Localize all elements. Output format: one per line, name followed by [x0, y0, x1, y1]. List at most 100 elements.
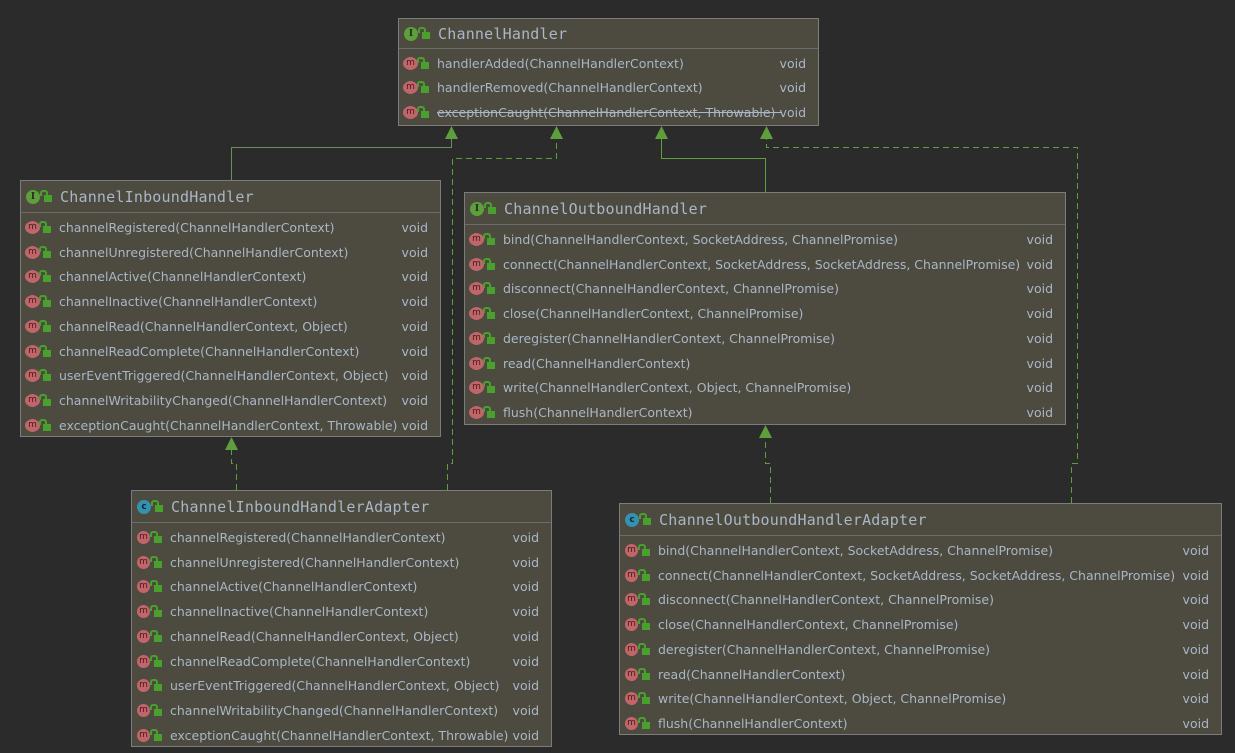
class-box-coh[interactable]: I ChannelOutboundHandler m bind(ChannelHand…	[464, 192, 1066, 425]
method-row[interactable]: m write(ChannelHandlerContext, Object, Ch…	[620, 687, 1221, 712]
method-list: m channelRegistered(ChannelHandlerContext…	[132, 523, 551, 748]
class-box-ciha[interactable]: c ChannelInboundHandlerAdapter m channelReg…	[131, 490, 552, 747]
class-header[interactable]: I ChannelOutboundHandler	[465, 193, 1065, 225]
public-visibility-icon	[639, 513, 651, 525]
public-visibility-icon	[39, 344, 51, 357]
method-icon: m	[404, 105, 417, 119]
method-signature: channelRegistered(ChannelHandlerContext)	[59, 219, 335, 235]
method-row[interactable]: m read(ChannelHandlerContext) void	[465, 351, 1065, 376]
method-row[interactable]: m flush(ChannelHandlerContext) void	[620, 711, 1221, 736]
method-icon: m	[625, 717, 638, 731]
class-box-ch[interactable]: I ChannelHandler m handlerAdded(ChannelHand…	[398, 18, 819, 126]
class-header[interactable]: I ChannelInboundHandler	[21, 181, 440, 213]
method-icon: m	[625, 543, 638, 557]
method-row[interactable]: m userEventTriggered(ChannelHandlerContex…	[21, 364, 440, 389]
method-row[interactable]: m bind(ChannelHandlerContext, SocketAddre…	[465, 227, 1065, 252]
method-row[interactable]: m channelReadComplete(ChannelHandlerConte…	[132, 649, 551, 674]
public-visibility-icon	[150, 679, 162, 692]
method-icon: m	[137, 679, 150, 693]
method-row[interactable]: m close(ChannelHandlerContext, ChannelPro…	[465, 301, 1065, 326]
return-type: void	[512, 628, 539, 644]
method-row[interactable]: m channelActive(ChannelHandlerContext) voi…	[21, 265, 440, 290]
method-signature: userEventTriggered(ChannelHandlerContext…	[170, 678, 500, 694]
method-signature: channelReadComplete(ChannelHandlerContex…	[170, 653, 471, 669]
method-row[interactable]: m channelRead(ChannelHandlerContext, Obje…	[21, 314, 440, 339]
return-type: void	[1182, 666, 1209, 682]
arrowhead	[759, 425, 772, 438]
method-row[interactable]: m flush(ChannelHandlerContext) void	[465, 400, 1065, 425]
method-row[interactable]: m handlerRemoved(ChannelHandlerContext) vo…	[399, 76, 818, 101]
public-visibility-icon	[638, 593, 650, 606]
arrowhead	[550, 126, 563, 139]
class-header[interactable]: c ChannelOutboundHandlerAdapter	[620, 504, 1221, 536]
method-row[interactable]: m exceptionCaught(ChannelHandlerContext, …	[21, 413, 440, 438]
return-type: void	[512, 529, 539, 545]
interface-icon: I	[26, 189, 40, 204]
method-row[interactable]: m channelUnregistered(ChannelHandlerConte…	[132, 550, 551, 575]
method-row[interactable]: m read(ChannelHandlerContext) void	[620, 662, 1221, 687]
return-type: void	[512, 604, 539, 620]
interface-icon: I	[404, 26, 418, 41]
public-visibility-icon	[39, 220, 51, 233]
method-row[interactable]: m disconnect(ChannelHandlerContext, Chann…	[465, 277, 1065, 302]
method-row[interactable]: m channelActive(ChannelHandlerContext) voi…	[132, 575, 551, 600]
public-visibility-icon	[638, 667, 650, 680]
method-icon: m	[625, 667, 638, 681]
method-signature: channelActive(ChannelHandlerContext)	[170, 579, 418, 595]
public-visibility-icon	[39, 319, 51, 332]
method-icon: m	[137, 704, 150, 718]
method-row[interactable]: m userEventTriggered(ChannelHandlerContex…	[132, 674, 551, 699]
method-row[interactable]: m deregister(ChannelHandlerContext, Chann…	[465, 326, 1065, 351]
method-signature: flush(ChannelHandlerContext)	[658, 716, 848, 732]
method-row[interactable]: m handlerAdded(ChannelHandlerContext) void	[399, 51, 818, 76]
method-row[interactable]: m bind(ChannelHandlerContext, SocketAddre…	[620, 538, 1221, 563]
method-signature: bind(ChannelHandlerContext, SocketAddres…	[658, 542, 1054, 558]
extends-link-outbound-to-handler	[661, 137, 766, 192]
public-visibility-icon	[483, 331, 495, 344]
public-visibility-icon	[150, 654, 162, 667]
method-row[interactable]: m channelWritabilityChanged(ChannelHandle…	[132, 698, 551, 723]
method-row[interactable]: m close(ChannelHandlerContext, ChannelPro…	[620, 612, 1221, 637]
method-list: m channelRegistered(ChannelHandlerContext…	[21, 213, 440, 438]
method-icon: m	[26, 245, 39, 259]
class-box-coha[interactable]: c ChannelOutboundHandlerAdapter m bind(Chan…	[619, 503, 1222, 735]
public-visibility-icon	[417, 81, 429, 94]
method-signature: deregister(ChannelHandlerContext, Channe…	[658, 641, 991, 657]
method-row[interactable]: m channelRegistered(ChannelHandlerContext…	[21, 215, 440, 240]
method-icon: m	[137, 654, 150, 668]
method-row[interactable]: m exceptionCaught(ChannelHandlerContext, …	[399, 100, 818, 125]
method-row[interactable]: m channelReadComplete(ChannelHandlerConte…	[21, 339, 440, 364]
method-row[interactable]: m channelInactive(ChannelHandlerContext) v…	[132, 599, 551, 624]
method-signature: write(ChannelHandlerContext, Object, Cha…	[503, 380, 852, 396]
arrowhead	[445, 126, 458, 139]
class-box-cih[interactable]: I ChannelInboundHandler m channelRegistered…	[20, 180, 441, 437]
method-signature: exceptionCaught(ChannelHandlerContext, T…	[59, 417, 398, 433]
method-row[interactable]: m connect(ChannelHandlerContext, SocketAd…	[465, 252, 1065, 277]
method-row[interactable]: m connect(ChannelHandlerContext, SocketAd…	[620, 563, 1221, 588]
return-type: void	[779, 55, 806, 71]
method-row[interactable]: m channelRead(ChannelHandlerContext, Obje…	[132, 624, 551, 649]
method-icon: m	[625, 568, 638, 582]
method-row[interactable]: m disconnect(ChannelHandlerContext, Chann…	[620, 588, 1221, 613]
method-signature: userEventTriggered(ChannelHandlerContext…	[59, 368, 389, 384]
public-visibility-icon	[418, 27, 430, 39]
method-row[interactable]: m channelWritabilityChanged(ChannelHandle…	[21, 388, 440, 413]
method-row[interactable]: m channelUnregistered(ChannelHandlerConte…	[21, 240, 440, 265]
return-type: void	[779, 80, 806, 96]
class-header[interactable]: c ChannelInboundHandlerAdapter	[132, 491, 551, 523]
method-icon: m	[625, 642, 638, 656]
method-signature: connect(ChannelHandlerContext, SocketAdd…	[503, 256, 1021, 272]
method-row[interactable]: m channelRegistered(ChannelHandlerContext…	[132, 525, 551, 550]
return-type: void	[512, 703, 539, 719]
method-icon: m	[26, 394, 39, 408]
method-icon: m	[470, 232, 483, 246]
method-row[interactable]: m deregister(ChannelHandlerContext, Chann…	[620, 637, 1221, 662]
class-header[interactable]: I ChannelHandler	[399, 19, 818, 49]
method-row[interactable]: m write(ChannelHandlerContext, Object, Ch…	[465, 376, 1065, 401]
public-visibility-icon	[40, 190, 52, 202]
method-row[interactable]: m channelInactive(ChannelHandlerContext) v…	[21, 289, 440, 314]
arrowhead	[655, 126, 668, 139]
method-row[interactable]: m exceptionCaught(ChannelHandlerContext, …	[132, 723, 551, 748]
return-type: void	[512, 579, 539, 595]
public-visibility-icon	[417, 105, 429, 118]
